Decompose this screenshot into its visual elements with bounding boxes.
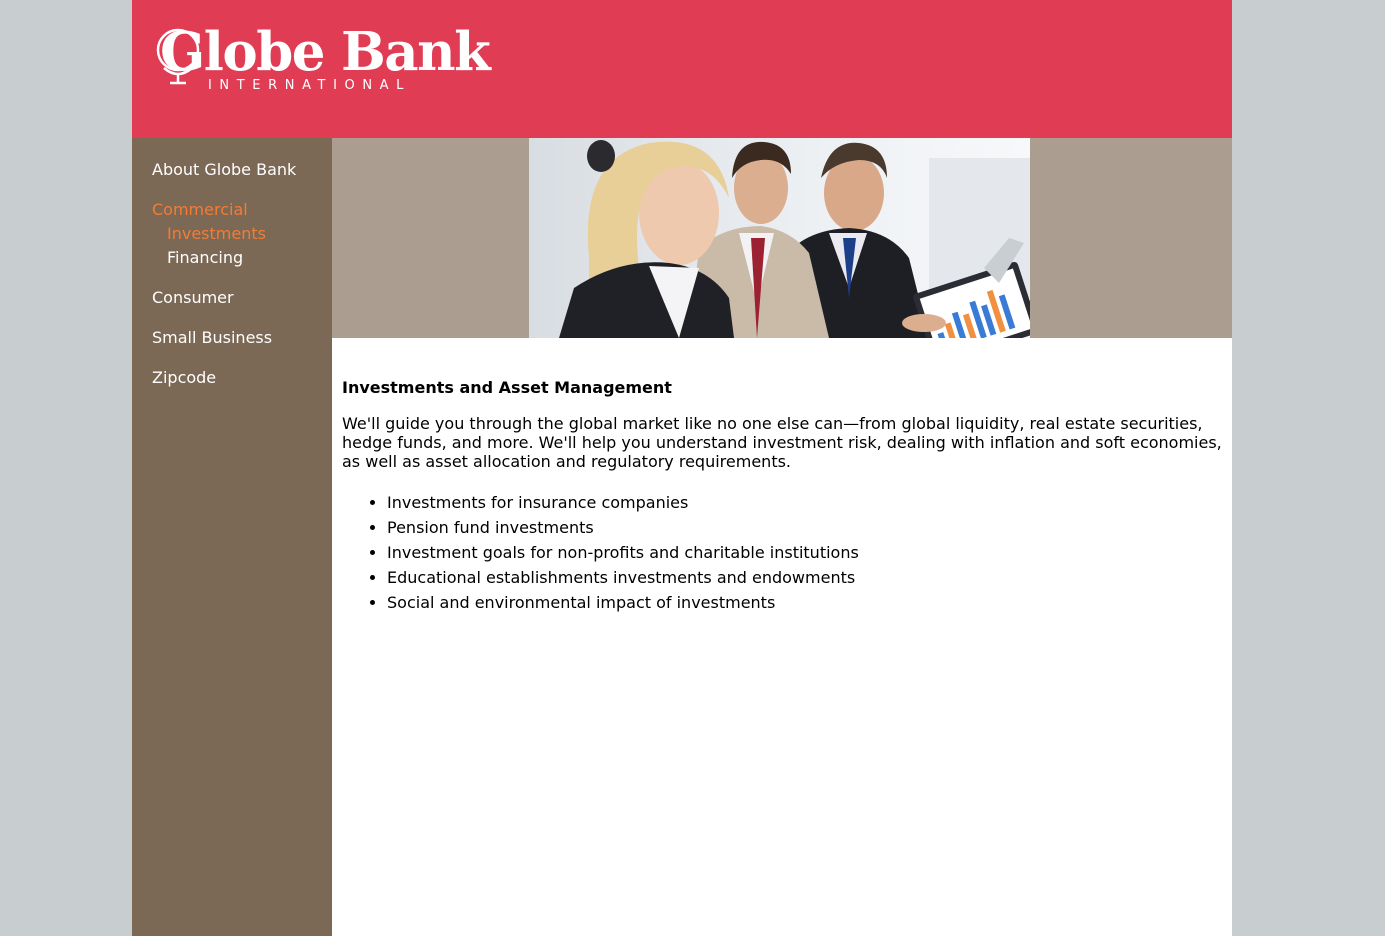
globe-bank-logo[interactable]: Globe Bank INTERNATIONAL [156, 22, 491, 102]
main-content: Investments and Asset Management We'll g… [342, 338, 1222, 615]
list-item: Pension fund investments [387, 515, 1222, 540]
logo-tagline: INTERNATIONAL [208, 78, 412, 93]
sidebar-item-about-globe-bank[interactable]: About Globe Bank [152, 158, 332, 182]
banner [332, 138, 1232, 338]
site-header: Globe Bank INTERNATIONAL [132, 0, 1232, 138]
page-container: Globe Bank INTERNATIONAL About Globe Ban… [132, 0, 1232, 936]
sidebar-item-label: Small Business [152, 328, 273, 347]
page-title: Investments and Asset Management [342, 378, 672, 397]
list-item: Investments for insurance companies [387, 490, 1222, 515]
service-list: Investments for insurance companies Pens… [342, 490, 1222, 615]
logo-wordmark: Globe Bank [160, 21, 491, 83]
sidebar-item-label: About Globe Bank [152, 160, 297, 179]
sidebar-subitem-investments[interactable]: Investments [167, 222, 332, 246]
intro-paragraph: We'll guide you through the global marke… [342, 414, 1222, 471]
sidebar-item-zipcode[interactable]: Zipcode [152, 366, 332, 390]
sidebar-item-small-business[interactable]: Small Business [152, 326, 332, 350]
list-item: Social and environmental impact of inves… [387, 590, 1222, 615]
sidebar: About Globe Bank Commercial Investments … [132, 138, 332, 936]
sidebar-nav: About Globe Bank Commercial Investments … [132, 138, 332, 390]
commercial-subnav: Investments Financing [152, 222, 332, 270]
sidebar-item-label: Zipcode [152, 368, 217, 387]
sidebar-item-label: Commercial [152, 200, 248, 219]
list-item: Educational establishments investments a… [387, 565, 1222, 590]
sidebar-item-label: Consumer [152, 288, 234, 307]
list-item: Investment goals for non-profits and cha… [387, 540, 1222, 565]
sidebar-item-consumer[interactable]: Consumer [152, 286, 332, 310]
sidebar-subitem-financing[interactable]: Financing [167, 246, 332, 270]
sidebar-item-commercial[interactable]: Commercial Investments Financing [152, 198, 332, 270]
business-meeting-photo [529, 138, 1030, 338]
